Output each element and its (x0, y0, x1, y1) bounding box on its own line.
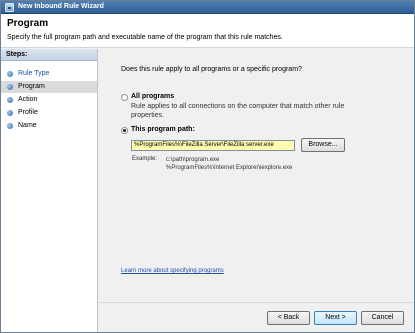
step-bullet-icon (7, 110, 13, 116)
content-area: Does this rule apply to all programs or … (99, 49, 414, 302)
wizard-footer: < Back Next > Cancel (99, 302, 414, 332)
example-label: Example: (132, 156, 158, 162)
step-rule-type[interactable]: Rule Type (1, 68, 97, 80)
program-path-input[interactable]: %ProgramFiles%\FileZilla Server\FileZill… (131, 140, 295, 151)
all-programs-desc-line-1: Rule applies to all connections on the c… (131, 103, 345, 110)
browse-button[interactable]: Browse... (301, 138, 345, 152)
step-label: Profile (18, 109, 38, 116)
step-profile: Profile (1, 107, 97, 119)
page-description: Specify the full program path and execut… (7, 34, 283, 41)
step-bullet-icon (7, 97, 13, 103)
page-title: Program (7, 18, 49, 29)
step-bullet-icon (7, 123, 13, 129)
step-label: Program (18, 83, 45, 90)
back-button[interactable]: < Back (267, 311, 310, 325)
next-button[interactable]: Next > (314, 311, 357, 325)
steps-panel: Steps: Rule Type Program Action Profile … (1, 49, 98, 332)
this-program-radio[interactable] (121, 127, 128, 134)
all-programs-description: Rule applies to all connections on the c… (131, 102, 344, 120)
learn-more-link[interactable]: Learn more about specifying programs (121, 268, 224, 274)
all-programs-radio[interactable] (121, 94, 128, 101)
this-program-label[interactable]: This program path: (131, 126, 195, 133)
step-bullet-icon (7, 71, 13, 77)
step-label: Name (18, 122, 37, 129)
firewall-app-icon (5, 3, 14, 12)
steps-heading: Steps: (1, 49, 97, 61)
all-programs-desc-line-2: properties. (131, 112, 165, 119)
scope-question: Does this rule apply to all programs or … (121, 66, 302, 73)
page-header: Program Specify the full program path an… (1, 14, 414, 48)
step-name: Name (1, 120, 97, 132)
example-paths: c:\path\program.exe %ProgramFiles%\Inter… (166, 156, 292, 172)
title-bar[interactable]: New Inbound Rule Wizard (1, 1, 414, 14)
wizard-window: New Inbound Rule Wizard Program Specify … (0, 0, 415, 333)
cancel-button[interactable]: Cancel (361, 311, 404, 325)
step-program: Program (1, 81, 97, 93)
example-path-1: c:\path\program.exe (166, 157, 220, 163)
example-path-2: %ProgramFiles%\Internet Explorer\iexplor… (166, 165, 293, 171)
all-programs-label[interactable]: All programs (131, 93, 174, 100)
step-label: Action (18, 96, 38, 103)
step-label: Rule Type (18, 70, 50, 77)
step-bullet-icon (7, 84, 13, 90)
step-action: Action (1, 94, 97, 106)
window-title: New Inbound Rule Wizard (18, 3, 104, 10)
